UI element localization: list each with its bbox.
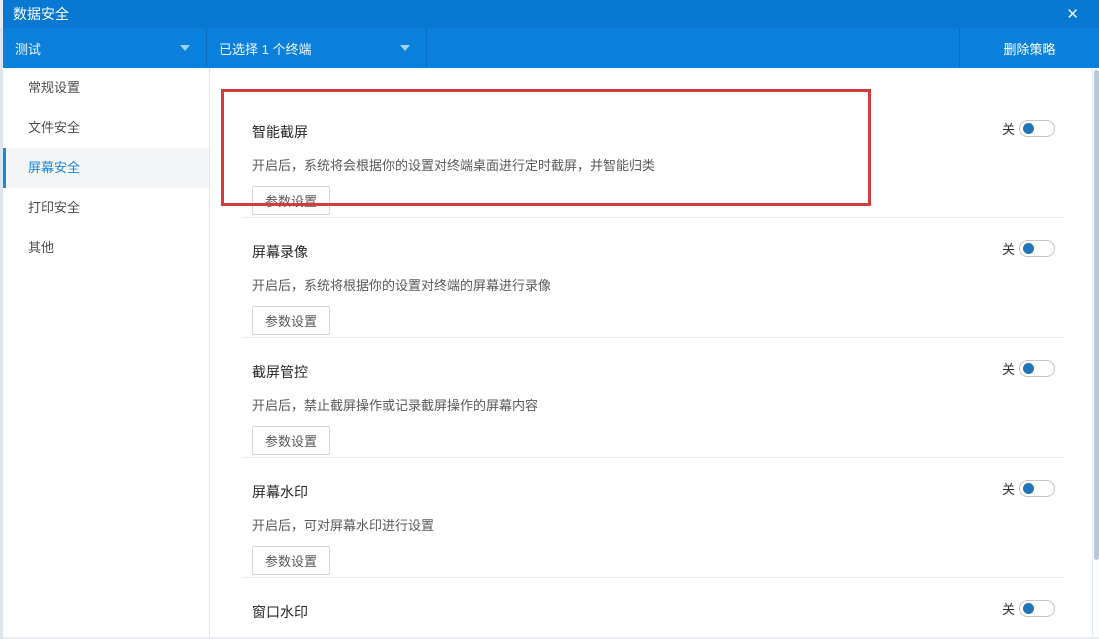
setting-row-screen-recording: 屏幕录像 开启后，系统将根据你的设置对终端的屏幕进行录像 参数设置 关 bbox=[242, 218, 1065, 338]
modal-body: 常规设置 文件安全 屏幕安全 打印安全 其他 智能截屏 开启后，系统将会根据你的… bbox=[3, 68, 1099, 637]
toggle-smart-screenshot: 关 bbox=[1002, 119, 1055, 138]
policy-toolbar: 测试 已选择 1 个终端 删除策略 bbox=[3, 28, 1099, 68]
param-settings-button[interactable]: 参数设置 bbox=[252, 306, 330, 335]
setting-title: 屏幕录像 bbox=[252, 242, 1055, 262]
toggle-state-label: 关 bbox=[1002, 119, 1015, 138]
toggle-window-watermark: 关 bbox=[1002, 599, 1055, 618]
settings-panel: 智能截屏 开启后，系统将会根据你的设置对终端桌面进行定时截屏，并智能归类 参数设… bbox=[210, 68, 1099, 637]
modal-titlebar: 数据安全 ✕ bbox=[3, 0, 1099, 28]
toggle-state-label: 关 bbox=[1002, 239, 1015, 258]
setting-title: 截屏管控 bbox=[252, 362, 1055, 382]
setting-row-smart-screenshot: 智能截屏 开启后，系统将会根据你的设置对终端桌面进行定时截屏，并智能归类 参数设… bbox=[242, 98, 1065, 218]
toggle-state-label: 关 bbox=[1002, 359, 1015, 378]
toggle-switch[interactable] bbox=[1019, 120, 1055, 137]
setting-row-screenshot-control: 截屏管控 开启后，禁止截屏操作或记录截屏操作的屏幕内容 参数设置 关 bbox=[242, 338, 1065, 458]
sidebar-item-general[interactable]: 常规设置 bbox=[3, 68, 209, 108]
policy-dropdown[interactable]: 测试 bbox=[3, 28, 207, 68]
toggle-switch[interactable] bbox=[1019, 360, 1055, 377]
close-icon[interactable]: ✕ bbox=[1062, 5, 1083, 24]
sidebar-item-file-security[interactable]: 文件安全 bbox=[3, 108, 209, 148]
sidebar-item-other[interactable]: 其他 bbox=[3, 228, 209, 268]
setting-description: 开启后，禁止截屏操作或记录截屏操作的屏幕内容 bbox=[252, 395, 1055, 414]
setting-description: 开启后，可对屏幕水印进行设置 bbox=[252, 515, 1055, 534]
param-settings-button[interactable]: 参数设置 bbox=[252, 426, 330, 455]
toggle-state-label: 关 bbox=[1002, 599, 1015, 618]
toggle-knob bbox=[1023, 363, 1034, 374]
setting-row-window-watermark: 窗口水印 开启后，可对窗口水印进行设置 参数设置 关 bbox=[242, 578, 1065, 637]
param-settings-button[interactable]: 参数设置 bbox=[252, 546, 330, 575]
sidebar-item-print-security[interactable]: 打印安全 bbox=[3, 188, 209, 228]
scrollbar-thumb[interactable] bbox=[1094, 70, 1099, 560]
data-security-modal: 数据安全 ✕ 测试 已选择 1 个终端 删除策略 常规设置 文件安全 屏幕安全 … bbox=[3, 0, 1099, 637]
toggle-screen-recording: 关 bbox=[1002, 239, 1055, 258]
toggle-switch[interactable] bbox=[1019, 480, 1055, 497]
modal-title: 数据安全 bbox=[13, 4, 69, 24]
terminal-dropdown[interactable]: 已选择 1 个终端 bbox=[207, 28, 427, 68]
setting-row-screen-watermark: 屏幕水印 开启后，可对屏幕水印进行设置 参数设置 关 bbox=[242, 458, 1065, 578]
toggle-knob bbox=[1023, 483, 1034, 494]
setting-description: 开启后，系统将根据你的设置对终端的屏幕进行录像 bbox=[252, 275, 1055, 294]
setting-title: 窗口水印 bbox=[252, 602, 1055, 622]
param-settings-button[interactable]: 参数设置 bbox=[252, 186, 330, 215]
toolbar-spacer bbox=[427, 28, 959, 68]
toggle-screenshot-control: 关 bbox=[1002, 359, 1055, 378]
chevron-down-icon bbox=[180, 45, 190, 51]
setting-title: 屏幕水印 bbox=[252, 482, 1055, 502]
toggle-knob bbox=[1023, 243, 1034, 254]
toggle-knob bbox=[1023, 123, 1034, 134]
vertical-scrollbar bbox=[1092, 68, 1099, 637]
toggle-knob bbox=[1023, 603, 1034, 614]
setting-description: 开启后，系统将会根据你的设置对终端桌面进行定时截屏，并智能归类 bbox=[252, 155, 1055, 174]
setting-title: 智能截屏 bbox=[252, 122, 1055, 142]
settings-sidebar: 常规设置 文件安全 屏幕安全 打印安全 其他 bbox=[3, 68, 210, 637]
toggle-state-label: 关 bbox=[1002, 479, 1015, 498]
sidebar-item-screen-security[interactable]: 屏幕安全 bbox=[3, 148, 209, 188]
toggle-switch[interactable] bbox=[1019, 240, 1055, 257]
policy-dropdown-value: 测试 bbox=[15, 39, 41, 58]
delete-policy-button[interactable]: 删除策略 bbox=[959, 28, 1099, 68]
terminal-dropdown-value: 已选择 1 个终端 bbox=[219, 39, 311, 58]
toggle-switch[interactable] bbox=[1019, 600, 1055, 617]
setting-description: 开启后，可对窗口水印进行设置 bbox=[252, 635, 1055, 637]
toggle-screen-watermark: 关 bbox=[1002, 479, 1055, 498]
chevron-down-icon bbox=[400, 45, 410, 51]
